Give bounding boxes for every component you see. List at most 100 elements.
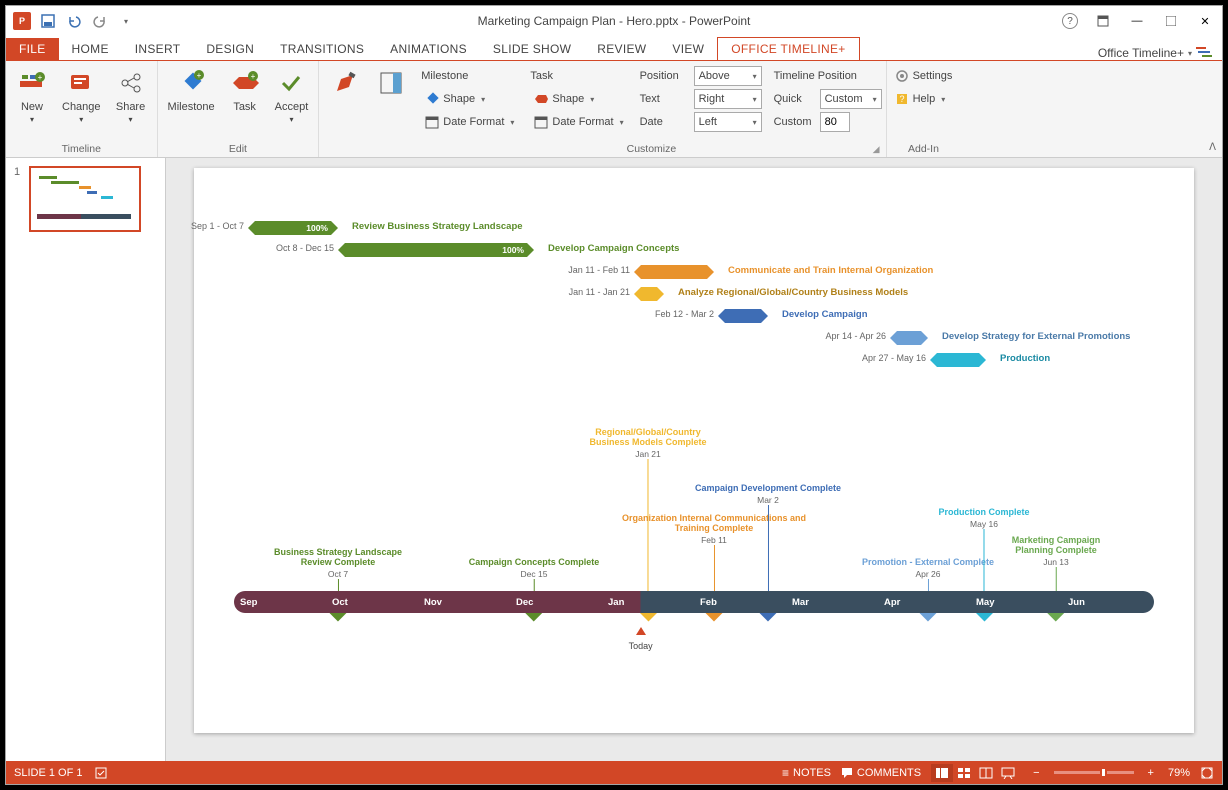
workspace: 1 Sep 1 - Oct 7100%Review Business Strat… bbox=[6, 158, 1222, 761]
task-bar[interactable] bbox=[890, 331, 928, 345]
slide-thumbnail-1[interactable] bbox=[29, 166, 141, 232]
task-bar[interactable]: 100% bbox=[248, 221, 338, 235]
tab-insert[interactable]: INSERT bbox=[122, 38, 194, 60]
milestone-date: Dec 15 bbox=[469, 569, 600, 579]
quick-select[interactable]: Custom bbox=[820, 89, 882, 109]
custom-label: Custom bbox=[774, 116, 816, 128]
collapse-ribbon-icon[interactable]: ᐱ bbox=[1209, 142, 1216, 153]
today-label: Today bbox=[629, 641, 653, 651]
slideshow-view-icon[interactable] bbox=[997, 764, 1019, 782]
milestone-date: May 16 bbox=[938, 519, 1029, 529]
milestone-section-label: Milestone bbox=[421, 65, 518, 87]
reading-view-icon[interactable] bbox=[975, 764, 997, 782]
tab-animations[interactable]: ANIMATIONS bbox=[377, 38, 480, 60]
text-select[interactable]: Right bbox=[694, 89, 762, 109]
app-window: P ▾ Marketing Campaign Plan - Hero.pptx … bbox=[5, 5, 1223, 785]
change-button[interactable]: Change▾ bbox=[56, 65, 107, 127]
milestone-button[interactable]: + Milestone bbox=[162, 65, 221, 115]
tabs-right-gantt-icon[interactable] bbox=[1196, 46, 1214, 60]
zoom-level-label[interactable]: 79% bbox=[1168, 767, 1190, 779]
save-icon[interactable] bbox=[36, 9, 60, 33]
milestone-dateformat-button[interactable]: Date Format bbox=[421, 111, 518, 133]
minimize-icon[interactable]: — bbox=[1120, 9, 1154, 33]
task-button[interactable]: + Task bbox=[223, 65, 267, 115]
tab-view[interactable]: VIEW bbox=[659, 38, 717, 60]
tab-design[interactable]: DESIGN bbox=[193, 38, 267, 60]
settings-button[interactable]: Settings bbox=[891, 65, 957, 87]
task-row: Jan 11 - Jan 21Analyze Regional/Global/C… bbox=[234, 284, 1154, 304]
milestone-title: Production Complete bbox=[938, 508, 1029, 518]
notes-button[interactable]: ≡NOTES bbox=[782, 766, 831, 780]
milestone-date: Jan 21 bbox=[589, 449, 706, 459]
tab-file[interactable]: FILE bbox=[6, 38, 59, 60]
accept-button[interactable]: Accept▾ bbox=[269, 65, 315, 127]
statusbar: SLIDE 1 OF 1 ≡NOTES COMMENTS − + 79% bbox=[6, 761, 1222, 784]
milestone-title: Business Strategy Landscape Review Compl… bbox=[274, 548, 402, 568]
task-shape-button[interactable]: Shape bbox=[530, 88, 627, 110]
fit-slide-icon[interactable] bbox=[1200, 766, 1214, 780]
task-row: Apr 14 - Apr 26Develop Strategy for Exte… bbox=[234, 328, 1154, 348]
slide-editor-area[interactable]: Sep 1 - Oct 7100%Review Business Strateg… bbox=[166, 158, 1222, 761]
custom-input[interactable] bbox=[820, 112, 850, 132]
comments-button[interactable]: COMMENTS bbox=[841, 767, 921, 779]
thumb-index: 1 bbox=[14, 166, 20, 178]
milestone-shape-button[interactable]: Shape bbox=[421, 88, 518, 110]
quick-label: Quick bbox=[774, 93, 816, 105]
task-label: Review Business Strategy Landscape bbox=[352, 221, 523, 232]
task-dates: Jan 11 - Jan 21 bbox=[569, 287, 630, 297]
qat-customize-icon[interactable]: ▾ bbox=[114, 9, 138, 33]
normal-view-icon[interactable] bbox=[931, 764, 953, 782]
zoom-out-icon[interactable]: − bbox=[1029, 767, 1043, 779]
dialog-launcher-icon[interactable]: ◢ bbox=[873, 144, 880, 155]
group-label-edit: Edit bbox=[162, 141, 315, 157]
task-bar[interactable] bbox=[634, 265, 714, 279]
group-label-customize: Customize◢ bbox=[421, 141, 881, 157]
timeline-position-label: Timeline Position bbox=[774, 65, 882, 87]
redo-icon[interactable] bbox=[88, 9, 112, 33]
app-icon[interactable]: P bbox=[10, 9, 34, 33]
milestone-date: Jun 13 bbox=[1012, 557, 1101, 567]
tab-office-timeline[interactable]: OFFICE TIMELINE+ bbox=[717, 37, 859, 61]
task-bar[interactable] bbox=[634, 287, 664, 301]
milestone-title: Campaign Concepts Complete bbox=[469, 558, 600, 568]
tabs-right-label[interactable]: Office Timeline+ bbox=[1098, 46, 1184, 60]
timeline-month: Feb bbox=[694, 591, 786, 613]
slide-canvas[interactable]: Sep 1 - Oct 7100%Review Business Strateg… bbox=[194, 168, 1194, 733]
ribbon-tabs: FILE HOME INSERT DESIGN TRANSITIONS ANIM… bbox=[6, 36, 1222, 60]
task-bar[interactable] bbox=[718, 309, 768, 323]
share-button[interactable]: Share▾ bbox=[109, 65, 153, 127]
help-button[interactable]: ?Help bbox=[891, 88, 957, 110]
task-dateformat-button[interactable]: Date Format bbox=[530, 111, 627, 133]
task-label: Communicate and Train Internal Organizat… bbox=[728, 265, 933, 276]
maximize-icon[interactable] bbox=[1154, 9, 1188, 33]
tab-review[interactable]: REVIEW bbox=[584, 38, 659, 60]
date-select[interactable]: Left bbox=[694, 112, 762, 132]
group-label-addin: Add-In bbox=[891, 141, 957, 157]
help-icon[interactable]: ? bbox=[1062, 13, 1078, 29]
tab-transitions[interactable]: TRANSITIONS bbox=[267, 38, 377, 60]
ribbon-display-icon[interactable] bbox=[1086, 9, 1120, 33]
milestone-stem bbox=[768, 505, 769, 605]
sorter-view-icon[interactable] bbox=[953, 764, 975, 782]
task-bar[interactable]: 100% bbox=[338, 243, 534, 257]
slide-thumbnails-panel[interactable]: 1 bbox=[6, 158, 166, 761]
tab-slideshow[interactable]: SLIDE SHOW bbox=[480, 38, 584, 60]
position-select[interactable]: Above bbox=[694, 66, 762, 86]
new-button[interactable]: + New▾ bbox=[10, 65, 54, 127]
spellcheck-icon[interactable] bbox=[94, 766, 108, 780]
taskpane-button[interactable] bbox=[369, 65, 413, 103]
timeline-graphic: Sep 1 - Oct 7100%Review Business Strateg… bbox=[234, 218, 1154, 693]
task-pct: 100% bbox=[306, 223, 328, 233]
tab-home[interactable]: HOME bbox=[59, 38, 122, 60]
style-button[interactable] bbox=[323, 65, 367, 103]
close-icon[interactable]: ✕ bbox=[1188, 9, 1222, 33]
timeline-month: Oct bbox=[326, 591, 418, 613]
zoom-in-icon[interactable]: + bbox=[1144, 767, 1158, 779]
task-dates: Oct 8 - Dec 15 bbox=[276, 243, 334, 253]
tabs-right-caret-icon[interactable]: ▾ bbox=[1188, 49, 1192, 58]
zoom-slider[interactable] bbox=[1054, 771, 1134, 774]
date-label: Date bbox=[640, 116, 690, 128]
task-bar[interactable] bbox=[930, 353, 986, 367]
ribbon-group-timeline: + New▾ Change▾ Share▾ Timeline bbox=[6, 61, 158, 157]
undo-icon[interactable] bbox=[62, 9, 86, 33]
